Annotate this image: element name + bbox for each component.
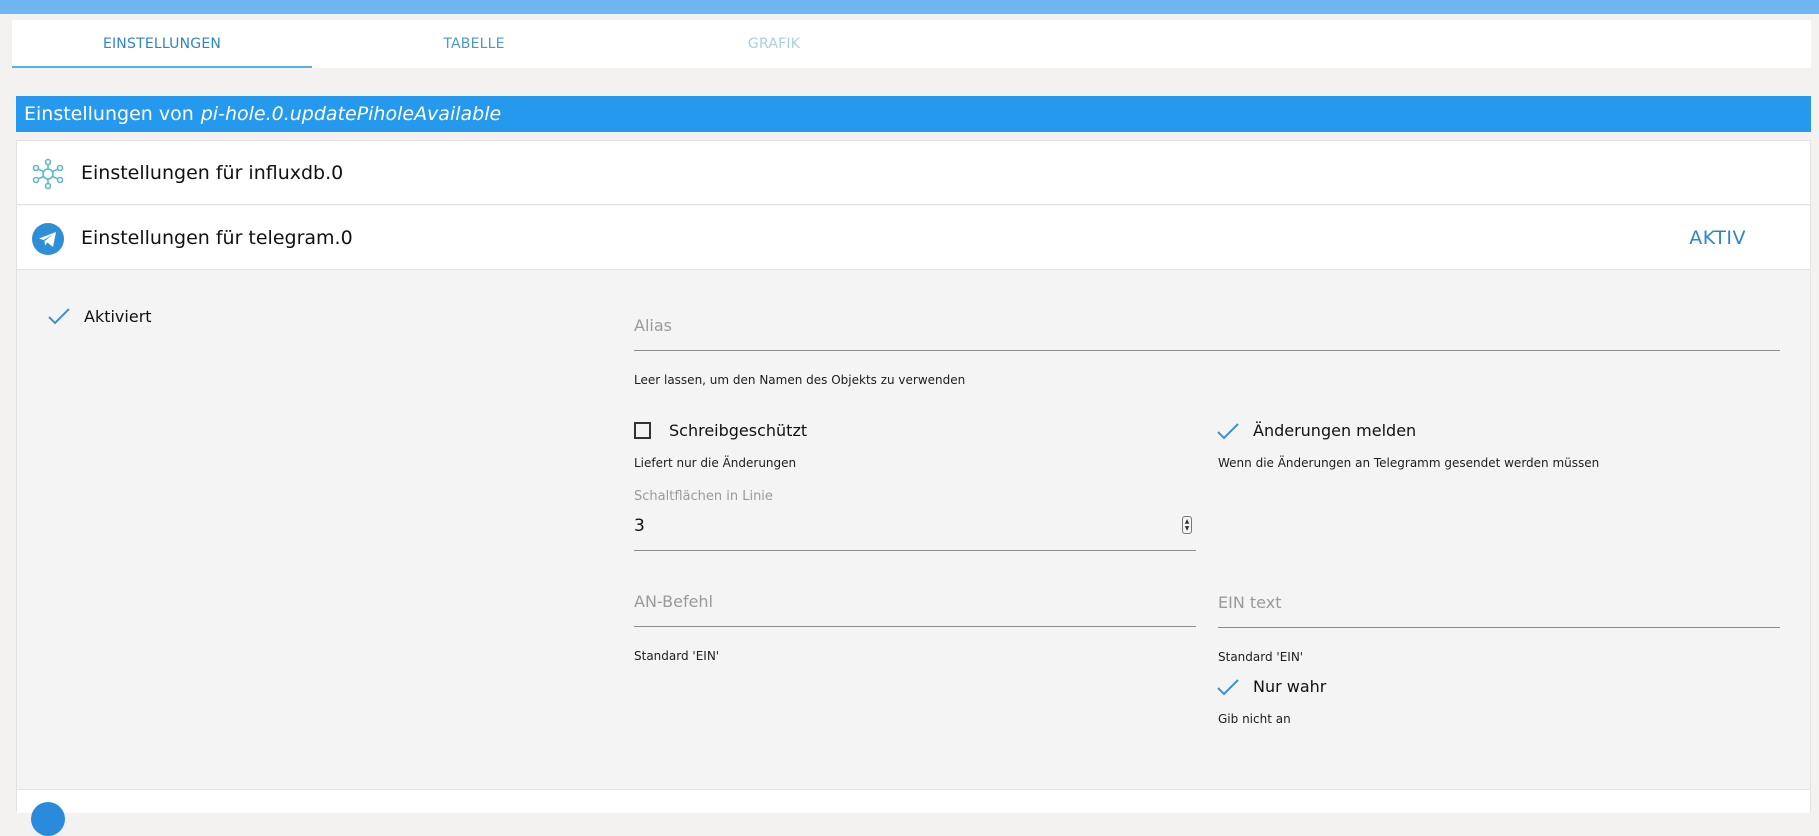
adapter-row-telegram[interactable]: Einstellungen für telegram.0 AKTIV <box>17 206 1810 270</box>
influxdb-icon <box>32 158 64 190</box>
only-true-label: Nur wahr <box>1253 677 1327 696</box>
on-text-underline <box>1218 627 1780 628</box>
influxdb-title: Einstellungen für influxdb.0 <box>81 161 344 184</box>
on-command-underline <box>634 626 1196 627</box>
tab-bar: EINSTELLUNGEN TABELLE GRAFIK <box>12 20 1811 68</box>
alias-input[interactable]: Alias <box>634 316 672 335</box>
settings-header: Einstellungen von pi-hole.0.updatePihole… <box>16 96 1811 132</box>
tab-settings[interactable]: EINSTELLUNGEN <box>12 20 312 68</box>
on-command-hint: Standard 'EIN' <box>634 649 720 663</box>
telegram-icon <box>32 223 64 255</box>
tab-table[interactable]: TABELLE <box>324 20 624 68</box>
buttons-per-line-label: Schaltflächen in Linie <box>634 489 773 504</box>
stepper-down-icon[interactable]: ▼ <box>1185 525 1190 532</box>
on-text-input[interactable]: EIN text <box>1218 593 1281 612</box>
header-prefix: Einstellungen von <box>24 103 194 125</box>
report-changes-hint: Wenn die Änderungen an Telegramm gesende… <box>1218 456 1600 470</box>
only-true-check-icon[interactable] <box>1216 678 1240 698</box>
adapter-icon <box>31 802 65 836</box>
alias-hint: Leer lassen, um den Namen des Objekts zu… <box>634 373 966 387</box>
on-command-input[interactable]: AN-Befehl <box>634 592 713 611</box>
report-changes-check-icon[interactable] <box>1216 422 1240 442</box>
enabled-label: Aktiviert <box>84 307 152 326</box>
stepper-up-icon[interactable]: ▲ <box>1185 518 1190 525</box>
report-changes-label: Änderungen melden <box>1253 421 1417 440</box>
number-stepper[interactable]: ▲ ▼ <box>1182 516 1192 534</box>
tab-chart[interactable]: GRAFIK <box>624 20 924 68</box>
telegram-title: Einstellungen für telegram.0 <box>81 226 353 249</box>
on-text-hint: Standard 'EIN' <box>1218 650 1304 664</box>
adapter-row-influxdb[interactable]: Einstellungen für influxdb.0 <box>17 141 1810 205</box>
readonly-hint: Liefert nur die Änderungen <box>634 456 797 470</box>
only-true-hint: Gib nicht an <box>1218 712 1291 726</box>
adapter-row-next[interactable] <box>17 789 1810 836</box>
top-strip <box>0 0 1819 14</box>
alias-input-underline <box>634 350 1780 351</box>
adapter-settings-panel: Einstellungen für influxdb.0 Einstellung… <box>16 140 1811 836</box>
readonly-checkbox[interactable] <box>634 422 651 439</box>
status-badge: AKTIV <box>1689 226 1746 249</box>
buttons-per-line-input[interactable]: 3 <box>634 516 645 536</box>
readonly-label: Schreibgeschützt <box>669 421 808 440</box>
object-id: pi-hole.0.updatePiholeAvailable <box>200 103 502 125</box>
buttons-per-line-underline <box>634 550 1196 551</box>
enabled-check-icon[interactable] <box>47 307 71 327</box>
